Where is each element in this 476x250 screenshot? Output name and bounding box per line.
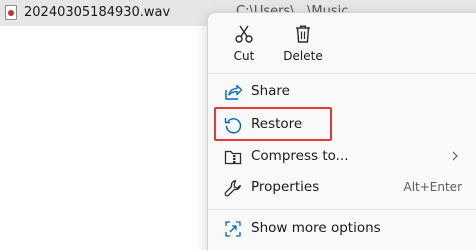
menu-item-label: Properties bbox=[251, 179, 320, 195]
cut-button[interactable]: Cut bbox=[216, 21, 272, 69]
keyboard-shortcut: Alt+Enter bbox=[403, 180, 462, 194]
menu-item-label: Show more options bbox=[251, 220, 381, 236]
menu-separator bbox=[208, 209, 476, 210]
restore-highlight-box bbox=[214, 107, 332, 141]
menu-item-show-more-options[interactable]: Show more options bbox=[214, 213, 472, 245]
wrench-icon bbox=[224, 180, 241, 197]
delete-label: Delete bbox=[283, 49, 323, 63]
more-options-icon bbox=[225, 221, 241, 237]
menu-item-properties[interactable]: Properties Alt+Enter bbox=[214, 172, 472, 204]
delete-button[interactable]: Delete bbox=[275, 21, 331, 69]
cut-label: Cut bbox=[233, 49, 255, 63]
menu-item-share[interactable]: Share bbox=[214, 76, 472, 108]
scissors-icon bbox=[235, 25, 253, 43]
menu-item-label: Share bbox=[251, 83, 290, 99]
zip-folder-icon bbox=[224, 150, 242, 165]
share-icon bbox=[225, 84, 243, 100]
chevron-right-icon bbox=[452, 151, 458, 161]
trash-icon bbox=[296, 25, 310, 43]
menu-item-compress[interactable]: Compress to... bbox=[214, 141, 472, 173]
quick-actions-bar: Cut Delete bbox=[208, 13, 476, 73]
context-menu: Cut Delete Share Restore Compress to... … bbox=[207, 12, 476, 250]
file-name: 20240305184930.wav bbox=[24, 5, 171, 20]
menu-item-label: Compress to... bbox=[251, 148, 349, 164]
menu-separator bbox=[208, 73, 476, 74]
audio-file-icon bbox=[5, 5, 17, 20]
